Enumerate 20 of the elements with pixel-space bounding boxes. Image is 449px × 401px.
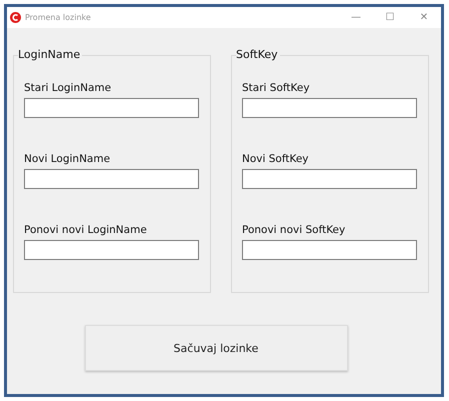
input-field[interactable] xyxy=(24,240,199,260)
group-title: LoginName xyxy=(18,48,82,61)
close-button[interactable]: ✕ xyxy=(407,7,441,28)
input-field[interactable] xyxy=(242,240,417,260)
field-label: Ponovi novi SoftKey xyxy=(242,224,346,236)
input-field[interactable] xyxy=(24,169,199,189)
field-label: Novi LoginName xyxy=(24,153,112,165)
group-title: SoftKey xyxy=(236,48,280,61)
save-button[interactable]: Sačuvaj lozinke xyxy=(84,325,348,371)
minimize-button[interactable]: — xyxy=(339,7,373,28)
input-field[interactable] xyxy=(24,98,199,118)
maximize-button[interactable]: ☐ xyxy=(373,7,407,28)
app-logo-icon xyxy=(10,12,21,23)
field-label: Stari LoginName xyxy=(24,82,112,94)
field-label: Ponovi novi LoginName xyxy=(24,224,148,236)
field-label: Stari SoftKey xyxy=(242,82,311,94)
input-field[interactable] xyxy=(242,98,417,118)
field-label: Novi SoftKey xyxy=(242,153,310,165)
input-field[interactable] xyxy=(242,169,417,189)
window-title: Promena lozinke xyxy=(25,13,92,22)
